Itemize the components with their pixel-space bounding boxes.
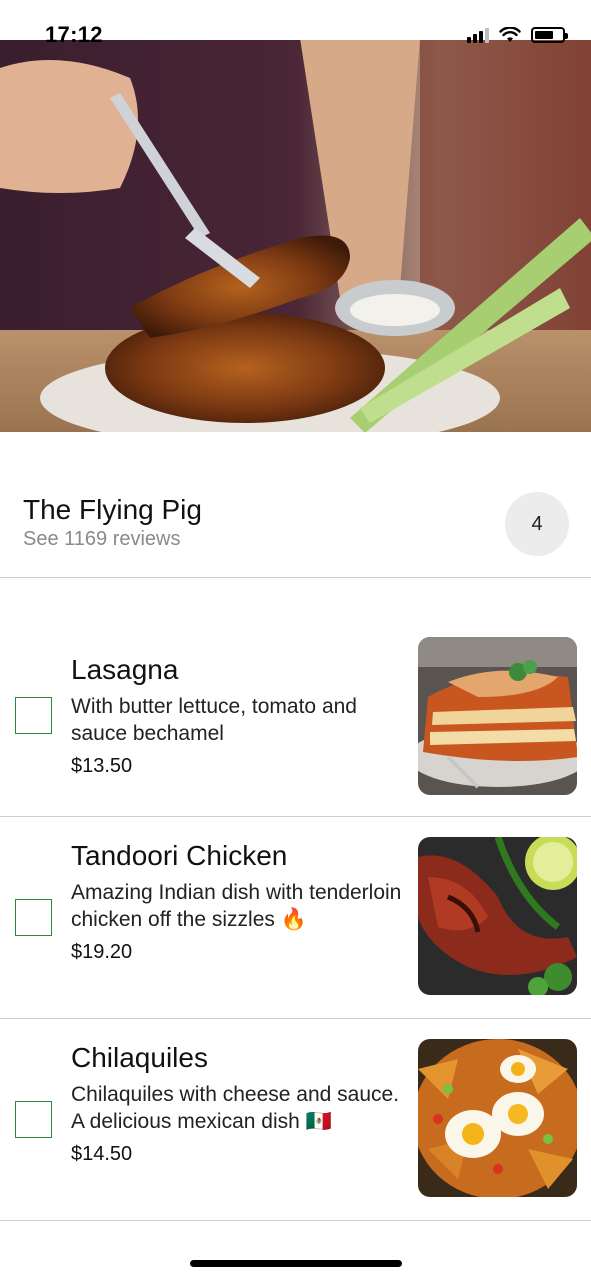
status-bar: 17:12 [0,0,591,47]
menu-item[interactable]: Tandoori Chicken Amazing Indian dish wit… [0,817,591,1019]
item-text: Lasagna With butter lettuce, tomato and … [71,653,411,779]
item-price: $14.50 [71,1143,133,1165]
item-price: $13.50 [71,755,133,777]
hero-image [0,38,591,432]
restaurant-name: The Flying Pig [23,494,202,525]
restaurant-header: The Flying Pig See 1169 reviews 4 [0,432,591,578]
item-price: $19.20 [71,941,133,963]
item-text: Chilaquiles Chilaquiles with cheese and … [71,1041,411,1167]
menu-item[interactable]: Chilaquiles Chilaquiles with cheese and … [0,1019,591,1221]
item-description: With butter lettuce, tomato and sauce be… [71,695,357,745]
item-checkbox[interactable] [15,697,52,734]
wifi-icon [499,27,521,42]
home-indicator[interactable] [190,1260,402,1267]
item-text: Tandoori Chicken Amazing Indian dish wit… [71,839,411,965]
menu-item[interactable]: Lasagna With butter lettuce, tomato and … [0,617,591,817]
tandoori-chicken-photo [418,837,577,995]
item-checkbox[interactable] [15,1101,52,1138]
status-time: 17:12 [45,22,103,47]
status-icons [467,27,568,43]
item-name: Chilaquiles [71,1042,208,1073]
signal-icon [467,27,489,43]
battery-icon [531,27,568,43]
menu-list: Lasagna With butter lettuce, tomato and … [0,617,591,1221]
cart-count-badge[interactable]: 4 [505,492,569,556]
chicken-wings-photo [0,38,591,432]
item-checkbox[interactable] [15,899,52,936]
lasagna-photo [418,637,577,795]
item-name: Tandoori Chicken [71,840,288,871]
item-name: Lasagna [71,654,179,685]
item-description: Amazing Indian dish with tenderloin chic… [71,881,402,931]
item-description: Chilaquiles with cheese and sauce. A del… [71,1083,400,1133]
reviews-link[interactable]: See 1169 reviews [23,528,181,551]
chilaquiles-photo [418,1039,577,1197]
